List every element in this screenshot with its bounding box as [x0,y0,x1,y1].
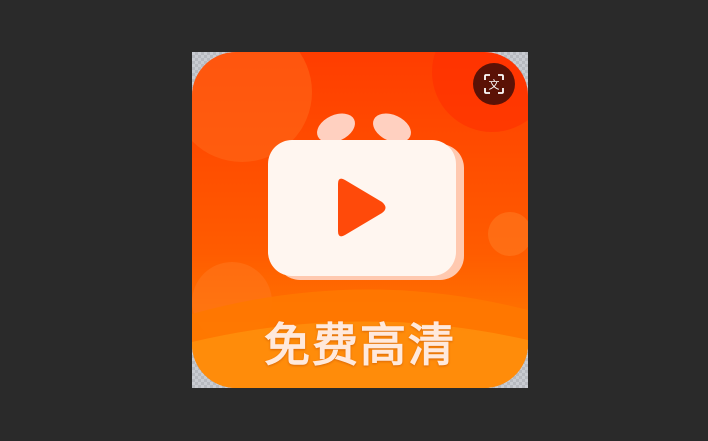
text-recognition-button[interactable]: 文 [473,63,515,105]
image-preview: 免费高清 [192,52,528,388]
ocr-glyph: 文 [489,78,500,92]
app-icon-caption: 免费高清 [264,318,456,372]
text-scan-icon: 文 [484,74,504,94]
image-viewer: 免费高清 文 [0,0,708,441]
